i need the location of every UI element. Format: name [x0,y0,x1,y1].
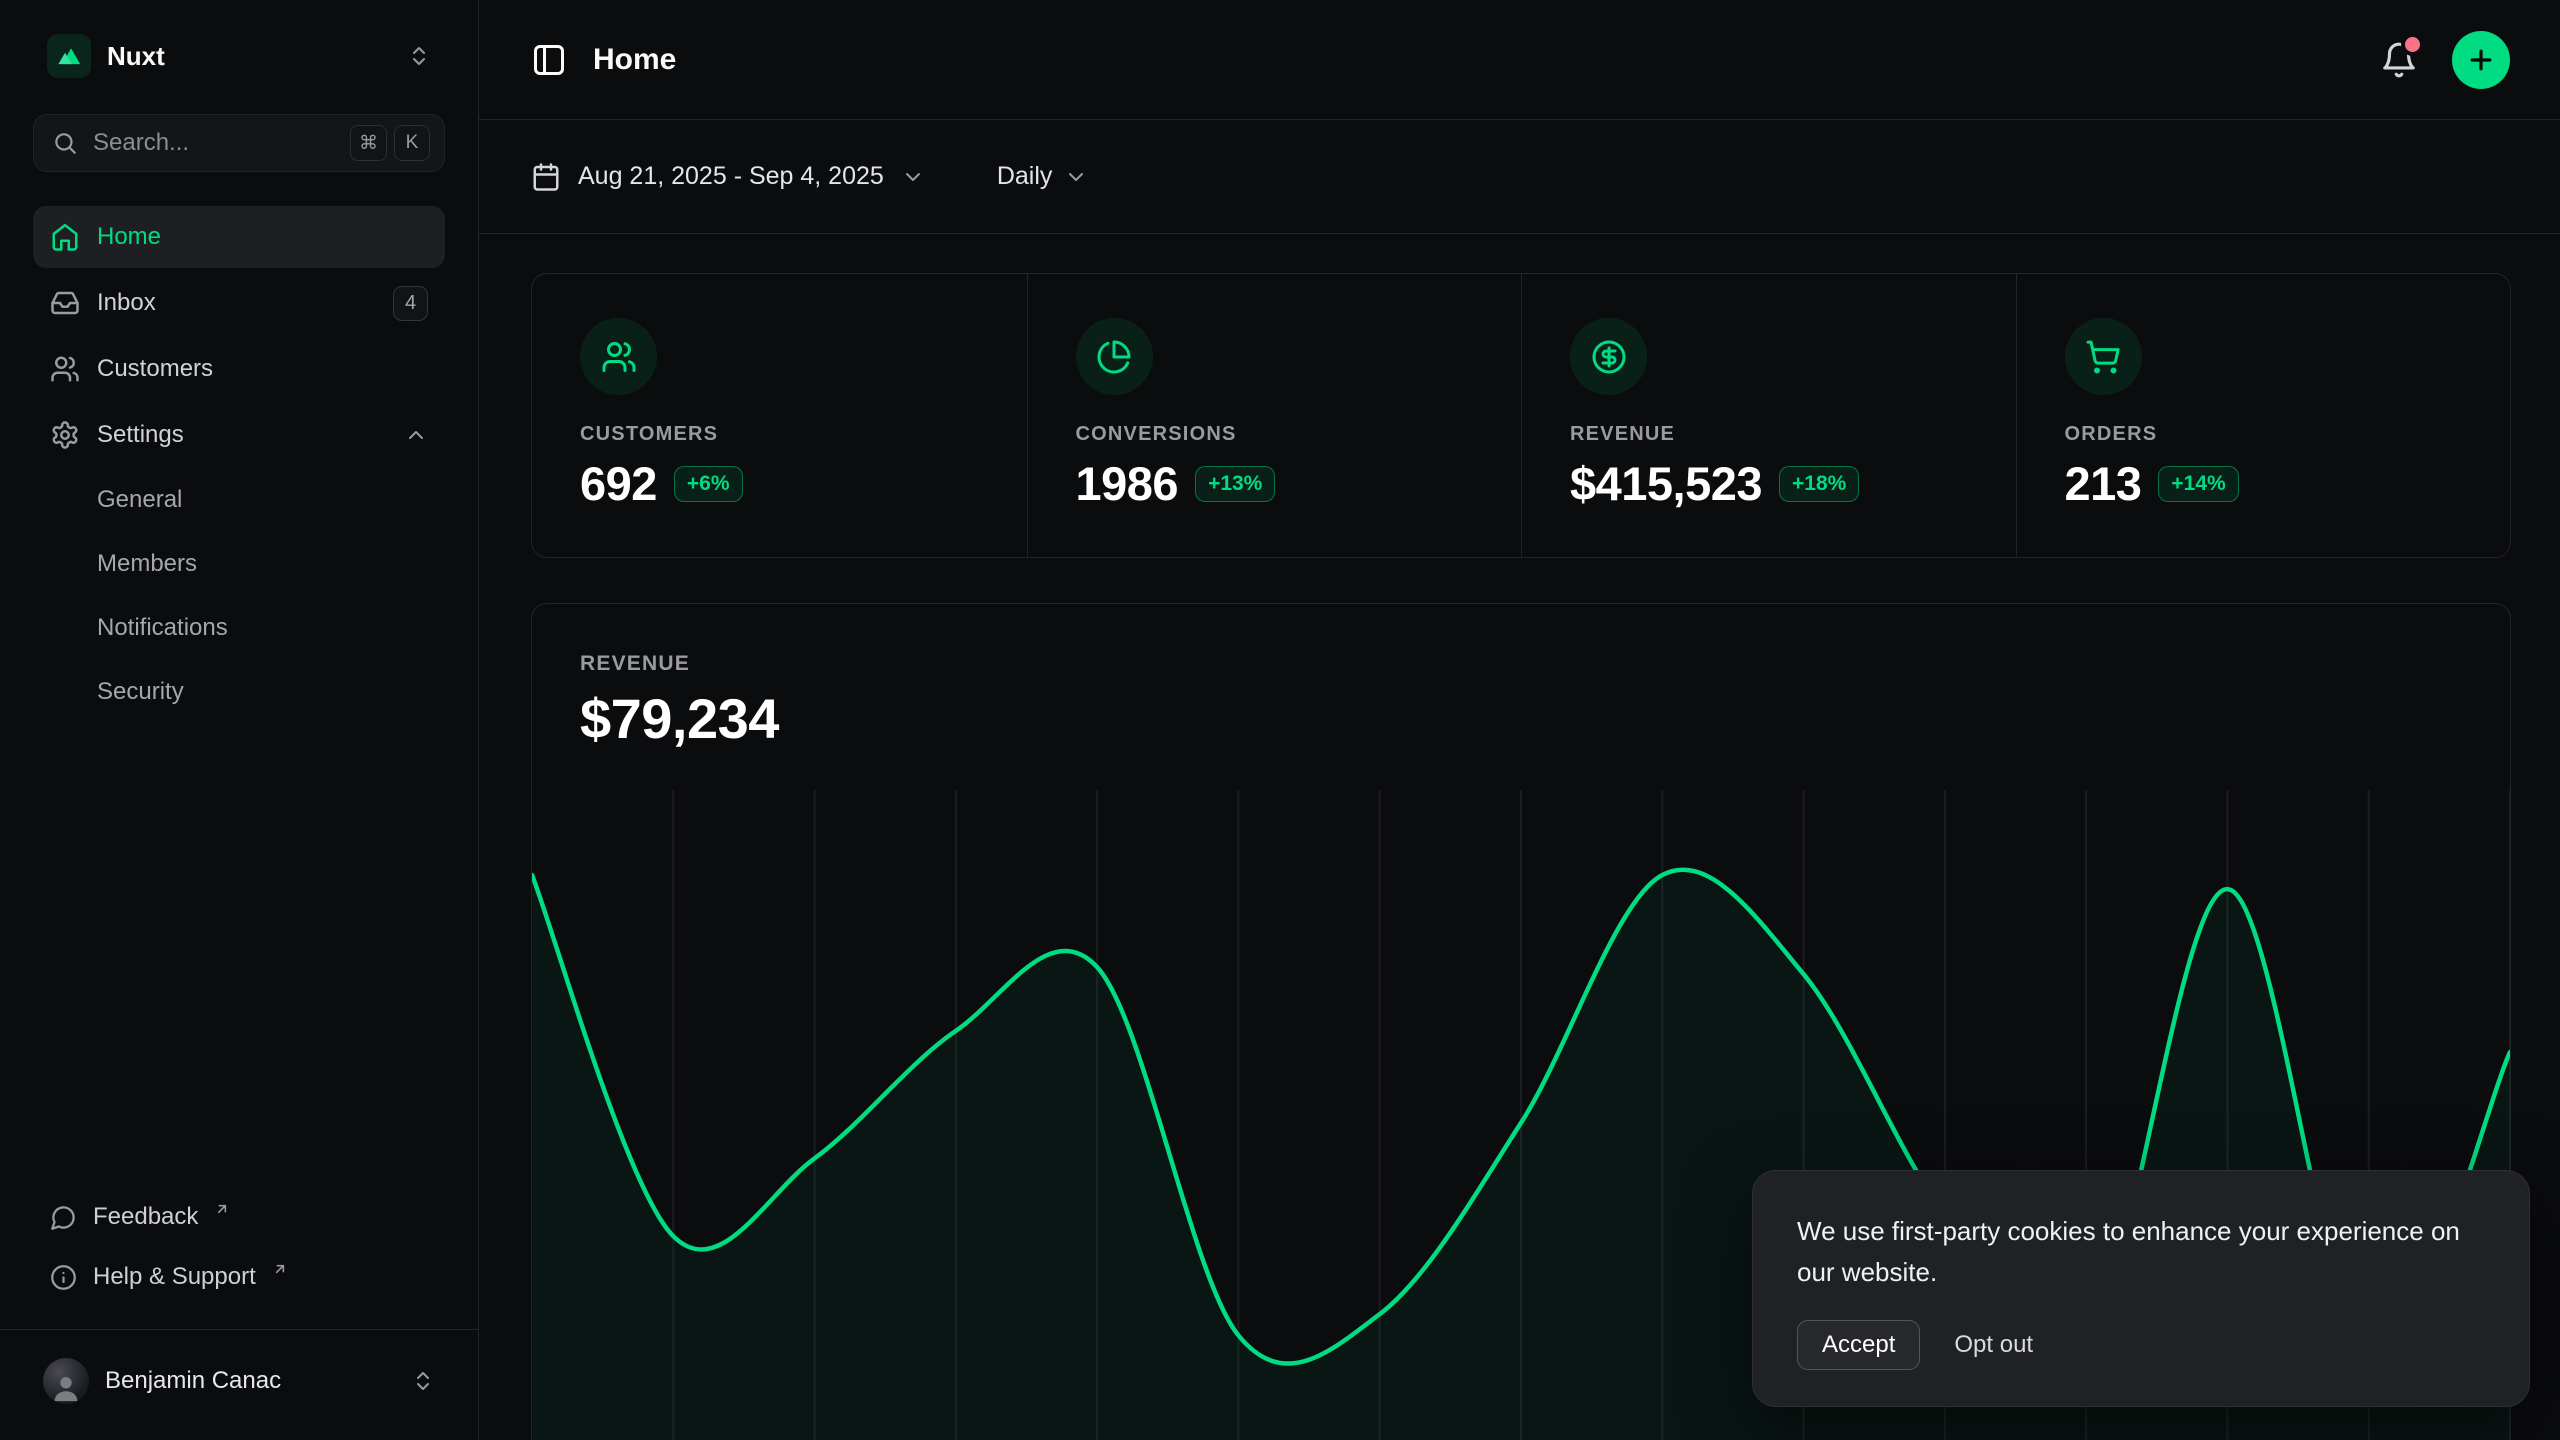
stat-delta-badge: +18% [1779,466,1859,502]
shopping-cart-icon [2065,318,2142,395]
sidebar-item-inbox[interactable]: Inbox 4 [33,272,445,334]
filters-toolbar: Aug 21, 2025 - Sep 4, 2025 Daily [479,120,2560,234]
sidebar-item-members[interactable]: Members [33,534,445,594]
plus-icon [2466,45,2496,75]
sidebar-item-label: Settings [97,421,184,449]
page-title: Home [593,43,676,77]
sidebar-nav: Home Inbox 4 Customers Settings Ge [33,206,445,722]
user-section: Benjamin Canac [0,1329,478,1414]
panel-left-icon[interactable] [531,42,567,78]
home-icon [50,222,80,252]
chevron-down-icon [1064,165,1088,189]
message-bubble-icon [50,1204,77,1231]
info-circle-icon [50,1264,77,1291]
cookie-actions: Accept Opt out [1797,1320,2485,1370]
stat-label: CUSTOMERS [580,423,979,446]
search-placeholder: Search... [93,129,335,157]
nuxt-logo-icon [47,34,91,78]
sidebar-subitem-label: Security [97,678,184,706]
sidebar-item-settings[interactable]: Settings [33,404,445,466]
chevron-down-icon [901,165,925,189]
cookie-accept-button[interactable]: Accept [1797,1320,1920,1370]
kbd-meta: ⌘ [350,125,387,161]
sidebar-item-label: Home [97,223,161,251]
stat-delta-badge: +14% [2158,466,2238,502]
sidebar-item-label: Customers [97,355,213,383]
date-range-value: Aug 21, 2025 - Sep 4, 2025 [578,162,884,191]
calendar-icon [531,162,561,192]
sidebar-subitem-label: General [97,486,182,514]
stat-card-customers[interactable]: CUSTOMERS 692 +6% [532,274,1027,557]
stat-value: 1986 [1076,456,1179,511]
brand-name: Nuxt [107,41,165,72]
stat-delta-badge: +13% [1195,466,1275,502]
sidebar-item-label: Help & Support [93,1263,256,1291]
sidebar-subitem-label: Members [97,550,197,578]
sidebar-item-customers[interactable]: Customers [33,338,445,400]
gear-icon [50,420,80,450]
user-name: Benjamin Canac [105,1367,281,1395]
stat-label: CONVERSIONS [1076,423,1474,446]
add-button[interactable] [2452,31,2510,89]
stat-card-revenue[interactable]: REVENUE $415,523 +18% [1521,274,2016,557]
cookie-banner: We use first-party cookies to enhance yo… [1752,1170,2530,1407]
external-link-icon [272,1261,288,1277]
search-input[interactable]: Search... ⌘ K [33,114,445,172]
cookie-optout-button[interactable]: Opt out [1954,1331,2033,1359]
revenue-card-value: $79,234 [580,686,2462,751]
sidebar-item-label: Feedback [93,1203,198,1231]
revenue-card-header: REVENUE $79,234 [532,604,2510,751]
stat-card-orders[interactable]: ORDERS 213 +14% [2016,274,2511,557]
revenue-card-label: REVENUE [580,652,2462,676]
search-icon [52,130,78,156]
sidebar-item-home[interactable]: Home [33,206,445,268]
sidebar: Nuxt Search... ⌘ K Home Inbox 4 [0,0,479,1440]
stat-label: ORDERS [2065,423,2463,446]
sidebar-item-help-support[interactable]: Help & Support [33,1247,445,1307]
user-menu[interactable]: Benjamin Canac [33,1352,445,1410]
sidebar-item-label: Inbox [97,289,156,317]
notification-dot [2405,37,2420,52]
sidebar-item-general[interactable]: General [33,470,445,530]
notifications-button[interactable] [2380,41,2418,79]
cookie-message: We use first-party cookies to enhance yo… [1797,1211,2485,1292]
page-header: Home [479,0,2560,120]
users-icon [580,318,657,395]
stat-delta-badge: +6% [674,466,743,502]
stat-label: REVENUE [1570,423,1968,446]
stat-value: 692 [580,456,657,511]
external-link-icon [214,1201,230,1217]
stat-card-conversions[interactable]: CONVERSIONS 1986 +13% [1027,274,1522,557]
sidebar-subitem-label: Notifications [97,614,228,642]
kbd-key: K [394,125,430,161]
sidebar-spacer [33,722,445,1187]
chevron-up-icon [404,423,428,447]
sidebar-item-notifications[interactable]: Notifications [33,598,445,658]
stats-row: CUSTOMERS 692 +6% CONVERSIONS 1986 +13% [531,273,2511,558]
search-shortcut: ⌘ K [350,125,430,161]
sidebar-item-feedback[interactable]: Feedback [33,1187,445,1247]
dollar-circle-icon [1570,318,1647,395]
avatar [43,1358,89,1404]
stat-value: $415,523 [1570,456,1762,511]
inbox-count-badge: 4 [393,286,428,321]
sidebar-item-security[interactable]: Security [33,662,445,722]
header-actions [2380,31,2510,89]
workspace-switcher[interactable]: Nuxt [33,26,445,86]
inbox-icon [50,288,80,318]
chevrons-up-down-icon [407,44,431,68]
granularity-value: Daily [997,162,1053,191]
date-range-picker[interactable]: Aug 21, 2025 - Sep 4, 2025 [531,162,925,192]
users-icon [50,354,80,384]
granularity-select[interactable]: Daily [997,162,1089,191]
chevrons-up-down-icon [411,1369,435,1393]
pie-chart-icon [1076,318,1153,395]
stat-value: 213 [2065,456,2142,511]
